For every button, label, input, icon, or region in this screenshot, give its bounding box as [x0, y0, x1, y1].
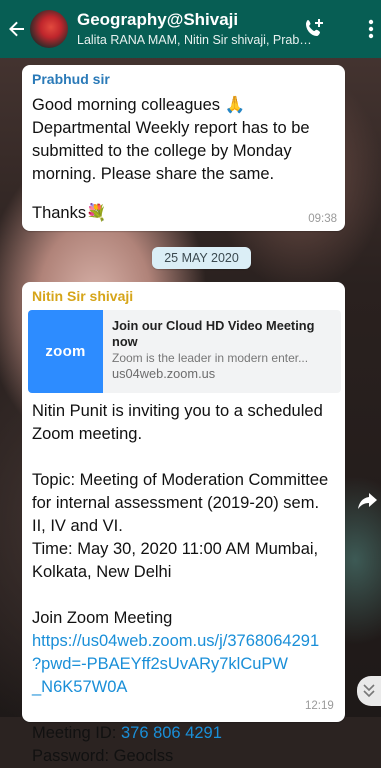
message-text: Good morning colleagues 🙏 Departmental W…: [22, 94, 345, 225]
chevron-down-icon[interactable]: [357, 676, 381, 706]
group-members: Lalita RANA MAM, Nitin Sir shivaji, Prab…: [77, 33, 313, 47]
message-line: Join Zoom Meeting: [32, 609, 173, 627]
more-vert-icon[interactable]: [368, 19, 374, 39]
preview-title: now: [112, 334, 138, 349]
meeting-link[interactable]: _N6K57W0A: [32, 676, 345, 699]
message-time: 09:38: [308, 213, 337, 225]
group-avatar[interactable]: [30, 10, 68, 48]
meeting-id-link[interactable]: 376 806 4291: [121, 724, 222, 742]
message-text: Nitin Punit is inviting you to a schedul…: [22, 400, 355, 768]
preview-url: us04web.zoom.us: [112, 366, 216, 381]
preview-description: Zoom is the leader in modern enter...: [112, 351, 309, 365]
link-preview[interactable]: zoom Join our Cloud HD Video Meeting now…: [28, 310, 341, 393]
meeting-link[interactable]: https://us04web.zoom.us/j/3768064291: [32, 630, 345, 653]
sender-name: Prabhud sir: [32, 71, 110, 87]
group-info[interactable]: Geography@Shivaji Lalita RANA MAM, Nitin…: [77, 10, 313, 48]
share-icon[interactable]: [355, 488, 381, 514]
sender-name: Nitin Sir shivaji: [32, 288, 134, 304]
message-line: morning. Please share the same.: [32, 165, 275, 183]
message-line: Nitin Punit is inviting you to a schedul…: [32, 402, 323, 420]
meeting-id-label: Meeting ID:: [32, 724, 121, 742]
message-line: Thanks💐: [32, 204, 107, 222]
password-line: Password: Geoclss: [32, 747, 174, 765]
message-line: submitted to the college by Monday: [32, 142, 292, 160]
group-title: Geography@Shivaji: [77, 10, 239, 29]
meeting-link[interactable]: ?pwd=-PBAEYff2sUvARy7klCuPW: [32, 653, 345, 676]
date-divider: 25 MAY 2020: [152, 247, 251, 269]
message-line: Time: May 30, 2020 11:00 AM Mumbai,: [32, 540, 319, 558]
zoom-logo: zoom: [28, 310, 103, 393]
message-line: Zoom meeting.: [32, 425, 143, 443]
message-line: II, IV and VI.: [32, 517, 123, 535]
preview-title: Join our Cloud HD Video Meeting: [112, 318, 315, 333]
message-line: for internal assessment (2019-20) sem.: [32, 494, 320, 512]
meeting-id-line: Meeting ID: 376 806 4291: [32, 722, 345, 745]
add-call-icon[interactable]: [303, 17, 325, 39]
message-bubble[interactable]: Prabhud sir Good morning colleagues 🙏 De…: [22, 65, 345, 231]
back-arrow-icon[interactable]: [6, 18, 28, 40]
message-line: Departmental Weekly report has to be: [32, 119, 310, 137]
message-line: Topic: Meeting of Moderation Committee: [32, 471, 329, 489]
chat-header: Geography@Shivaji Lalita RANA MAM, Nitin…: [0, 0, 381, 58]
message-line: Kolkata, New Delhi: [32, 563, 172, 581]
message-line: Good morning colleagues 🙏: [32, 96, 246, 114]
